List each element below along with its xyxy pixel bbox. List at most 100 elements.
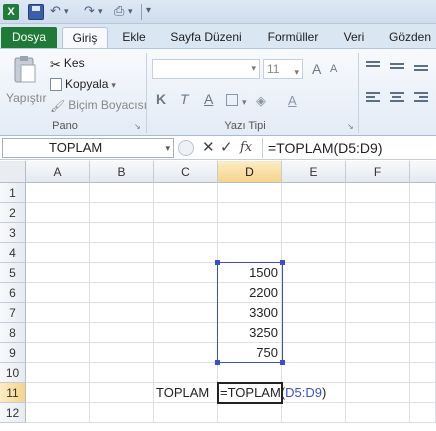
- grid-cell[interactable]: [282, 243, 346, 263]
- grid-cell[interactable]: [346, 323, 410, 343]
- tab-veri[interactable]: Veri: [336, 27, 372, 48]
- grid-cell[interactable]: [346, 283, 410, 303]
- grid-cell[interactable]: [410, 403, 436, 423]
- row-header-7[interactable]: 7: [0, 303, 26, 323]
- grid-cell[interactable]: [282, 343, 346, 363]
- grid-cell[interactable]: [346, 183, 410, 203]
- grid-cell[interactable]: [410, 303, 436, 323]
- paste-button[interactable]: Yapıştır: [6, 91, 46, 105]
- cell-d9[interactable]: 750: [218, 343, 282, 363]
- redo-icon[interactable]: ↷: [84, 3, 95, 19]
- row-header-2[interactable]: 2: [0, 203, 26, 223]
- grid-cell[interactable]: [282, 203, 346, 223]
- grid-cell[interactable]: [90, 223, 154, 243]
- row-header-1[interactable]: 1: [0, 183, 26, 203]
- grid-cell[interactable]: [154, 223, 218, 243]
- shrink-font-button[interactable]: A: [330, 63, 337, 75]
- row-header-9[interactable]: 9: [0, 343, 26, 363]
- grid-cell[interactable]: [154, 323, 218, 343]
- grid-cell[interactable]: [154, 283, 218, 303]
- cell-d8[interactable]: 3250: [218, 323, 282, 343]
- row-header-12[interactable]: 12: [0, 403, 26, 423]
- column-header-a[interactable]: A: [26, 161, 90, 183]
- grid-cell[interactable]: [26, 183, 90, 203]
- font-size-dropdown[interactable]: 11 ▾: [263, 59, 303, 79]
- column-header-d[interactable]: D: [218, 161, 282, 183]
- grid-cell[interactable]: [346, 263, 410, 283]
- align-left-icon[interactable]: [366, 92, 380, 104]
- grid-cell[interactable]: [26, 323, 90, 343]
- paste-icon[interactable]: [12, 55, 38, 85]
- grid-cell[interactable]: [410, 323, 436, 343]
- grid-cell[interactable]: [26, 363, 90, 383]
- grid-cell[interactable]: [282, 323, 346, 343]
- cell-d6[interactable]: 2200: [218, 283, 282, 303]
- formula-bar-expander-icon[interactable]: [178, 140, 194, 156]
- grid-cell[interactable]: [346, 363, 410, 383]
- grid-cell[interactable]: [90, 183, 154, 203]
- align-top-icon[interactable]: [366, 61, 380, 73]
- dialog-launcher-icon[interactable]: ↘: [347, 122, 354, 131]
- cell-d5[interactable]: 1500: [218, 263, 282, 283]
- grid-cell[interactable]: [90, 383, 154, 403]
- grid-cell[interactable]: [346, 223, 410, 243]
- grid-cell[interactable]: [410, 183, 436, 203]
- save-icon[interactable]: [28, 4, 44, 20]
- grid-cell[interactable]: [282, 223, 346, 243]
- grid-cell[interactable]: [154, 363, 218, 383]
- grid-cell[interactable]: [346, 343, 410, 363]
- copy-dropdown-icon[interactable]: ▾: [111, 80, 116, 90]
- grid-cell[interactable]: [218, 403, 282, 423]
- grid-cell[interactable]: [26, 343, 90, 363]
- grid-cell[interactable]: [90, 403, 154, 423]
- grid-cell[interactable]: [26, 303, 90, 323]
- active-cell-d11[interactable]: =TOPLAM(D5:D9): [217, 382, 326, 404]
- row-header-4[interactable]: 4: [0, 243, 26, 263]
- grid-cell[interactable]: [154, 343, 218, 363]
- column-header-c[interactable]: C: [154, 161, 218, 183]
- italic-button[interactable]: T: [180, 91, 189, 107]
- enter-icon[interactable]: ✓: [220, 138, 233, 158]
- align-bottom-icon[interactable]: [414, 65, 428, 77]
- grow-font-button[interactable]: A: [312, 61, 321, 77]
- grid-cell[interactable]: [282, 363, 346, 383]
- insert-function-icon[interactable]: fx: [240, 138, 252, 158]
- print-dropdown-icon[interactable]: ▾: [128, 3, 133, 19]
- grid-cell[interactable]: [218, 223, 282, 243]
- dialog-launcher-icon[interactable]: ↘: [134, 122, 141, 131]
- row-header-10[interactable]: 10: [0, 363, 26, 383]
- grid-cell[interactable]: [218, 243, 282, 263]
- grid-cell[interactable]: [218, 183, 282, 203]
- cut-button[interactable]: ✂ Kes: [50, 56, 85, 72]
- grid-cell[interactable]: [90, 283, 154, 303]
- cell-d7[interactable]: 3300: [218, 303, 282, 323]
- row-header-3[interactable]: 3: [0, 223, 26, 243]
- row-header-11[interactable]: 11: [0, 383, 26, 403]
- name-box[interactable]: TOPLAM ▾: [2, 138, 174, 158]
- grid-cell[interactable]: [346, 203, 410, 223]
- grid-cell[interactable]: [90, 243, 154, 263]
- tab-formuller[interactable]: Formüller: [258, 27, 328, 48]
- tab-ekle[interactable]: Ekle: [116, 27, 152, 48]
- grid-cell[interactable]: [410, 243, 436, 263]
- grid-cell[interactable]: [410, 383, 436, 403]
- tab-sayfa-duzeni[interactable]: Sayfa Düzeni: [160, 27, 252, 48]
- tab-dosya[interactable]: Dosya: [1, 27, 57, 48]
- grid-cell[interactable]: [282, 283, 346, 303]
- select-all-corner[interactable]: [0, 161, 26, 183]
- grid-cell[interactable]: [282, 183, 346, 203]
- grid-cell[interactable]: [90, 323, 154, 343]
- redo-dropdown-icon[interactable]: ▾: [98, 3, 103, 19]
- grid-cell[interactable]: [410, 343, 436, 363]
- formula-input[interactable]: =TOPLAM(D5:D9): [262, 138, 436, 158]
- grid-cell[interactable]: [282, 403, 346, 423]
- grid-cell[interactable]: [154, 263, 218, 283]
- grid-cell[interactable]: [282, 303, 346, 323]
- tab-giris[interactable]: Giriş: [62, 27, 108, 49]
- tab-gozden[interactable]: Gözden: [384, 27, 436, 48]
- grid-cell[interactable]: [90, 263, 154, 283]
- grid-cell[interactable]: [154, 243, 218, 263]
- print-preview-icon[interactable]: ⎙: [114, 3, 124, 19]
- grid-cell[interactable]: [26, 243, 90, 263]
- column-header-f[interactable]: F: [346, 161, 410, 183]
